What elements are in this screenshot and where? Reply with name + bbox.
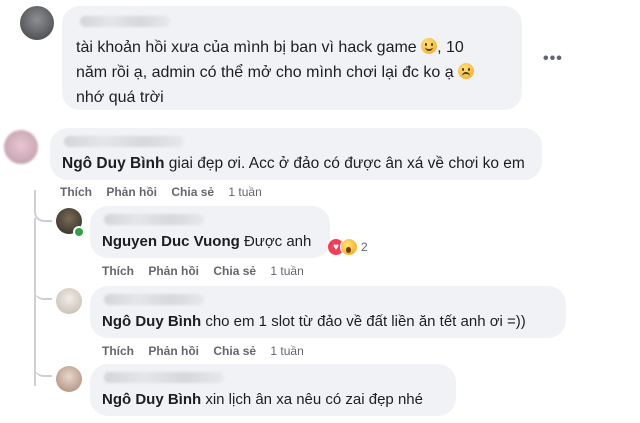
blurred-author-name (104, 214, 204, 225)
reply-actions: Thích Phản hồi Chia sẻ 1 tuần (102, 264, 315, 278)
comment-text: tài khoản hồi xưa của mình bị ban vì hac… (76, 39, 417, 56)
timestamp[interactable]: 1 tuần (270, 264, 303, 278)
thread-elbow-1 (34, 190, 52, 222)
online-status-icon (73, 226, 85, 238)
reply-body: xin lịch ân xa nêu có zai đẹp nhé (201, 391, 423, 408)
avatar[interactable] (20, 6, 54, 40)
comment-bubble: Ngô Duy Bình giai đẹp ơi. Acc ở đảo có đ… (50, 128, 542, 180)
comment-text: năm rồi ạ, admin có thể mở cho mình chơi… (76, 64, 454, 81)
reply-button[interactable]: Phản hồi (106, 185, 157, 199)
mention-link[interactable]: Nguyen Duc Vuong (102, 233, 240, 250)
reply-body: Được anh (239, 233, 312, 250)
comment-text: Ngô Duy Bình giai đẹp ơi. Acc ở đảo có đ… (62, 152, 525, 176)
blurred-author-name (80, 16, 170, 27)
like-button[interactable]: Thích (60, 185, 92, 199)
blurred-author-name (104, 294, 204, 305)
share-button[interactable]: Chia sẻ (171, 185, 214, 199)
share-button[interactable]: Chia sẻ (213, 344, 256, 358)
comment-text-line-2: năm rồi ạ, admin có thể mở cho mình chơi… (76, 61, 475, 85)
smile-emoji-icon (421, 38, 438, 54)
thread-elbow-3 (34, 355, 52, 377)
like-button[interactable]: Thích (102, 264, 134, 278)
mention-link[interactable]: Ngô Duy Bình (62, 155, 164, 172)
avatar[interactable] (56, 288, 82, 314)
reaction-count: 2 (361, 240, 368, 254)
reactions-summary[interactable]: ♥ 2 (327, 238, 368, 256)
avatar[interactable] (4, 130, 38, 164)
mention-link[interactable]: Ngô Duy Bình (102, 313, 201, 330)
reply-body: cho em 1 slot từ đảo về đất liền ăn tết … (201, 313, 526, 330)
comment-bubble: tài khoản hồi xưa của mình bị ban vì hac… (62, 6, 522, 110)
timestamp[interactable]: 1 tuần (228, 185, 261, 199)
comment-body: giai đẹp ơi. Acc ở đảo có được ân xá về … (164, 155, 525, 172)
comment-text-line-1: tài khoản hồi xưa của mình bị ban vì hac… (76, 36, 464, 60)
like-button[interactable]: Thích (102, 344, 134, 358)
blurred-author-name (64, 136, 184, 147)
reply-button[interactable]: Phản hồi (148, 264, 199, 278)
timestamp[interactable]: 1 tuần (270, 344, 303, 358)
comment-text-line-3: nhớ quá trời (76, 86, 164, 110)
wow-reaction-icon (340, 238, 358, 256)
comment-text: nhớ quá trời (76, 89, 164, 106)
reply-bubble: Ngô Duy Bình cho em 1 slot từ đảo về đất… (90, 286, 566, 338)
reply-bubble: Nguyen Duc Vuong Được anh (90, 206, 330, 258)
reply-button[interactable]: Phản hồi (148, 344, 199, 358)
sad-emoji-icon (458, 63, 475, 79)
reply-text: Ngô Duy Bình xin lịch ân xa nêu có zai đ… (102, 388, 423, 412)
thread-elbow-2 (34, 278, 52, 300)
comment-text: , 10 (437, 39, 464, 56)
comment-actions: Thích Phản hồi Chia sẻ 1 tuần (60, 185, 273, 199)
share-button[interactable]: Chia sẻ (213, 264, 256, 278)
reply-text: Nguyen Duc Vuong Được anh (102, 230, 311, 254)
reply-text: Ngô Duy Bình cho em 1 slot từ đảo về đất… (102, 310, 526, 334)
reply-bubble: Ngô Duy Bình xin lịch ân xa nêu có zai đ… (90, 364, 456, 416)
more-options-icon[interactable]: ••• (543, 50, 563, 68)
avatar[interactable] (56, 366, 82, 392)
reply-actions: Thích Phản hồi Chia sẻ 1 tuần (102, 344, 315, 358)
mention-link[interactable]: Ngô Duy Bình (102, 391, 201, 408)
blurred-author-name (104, 372, 224, 383)
